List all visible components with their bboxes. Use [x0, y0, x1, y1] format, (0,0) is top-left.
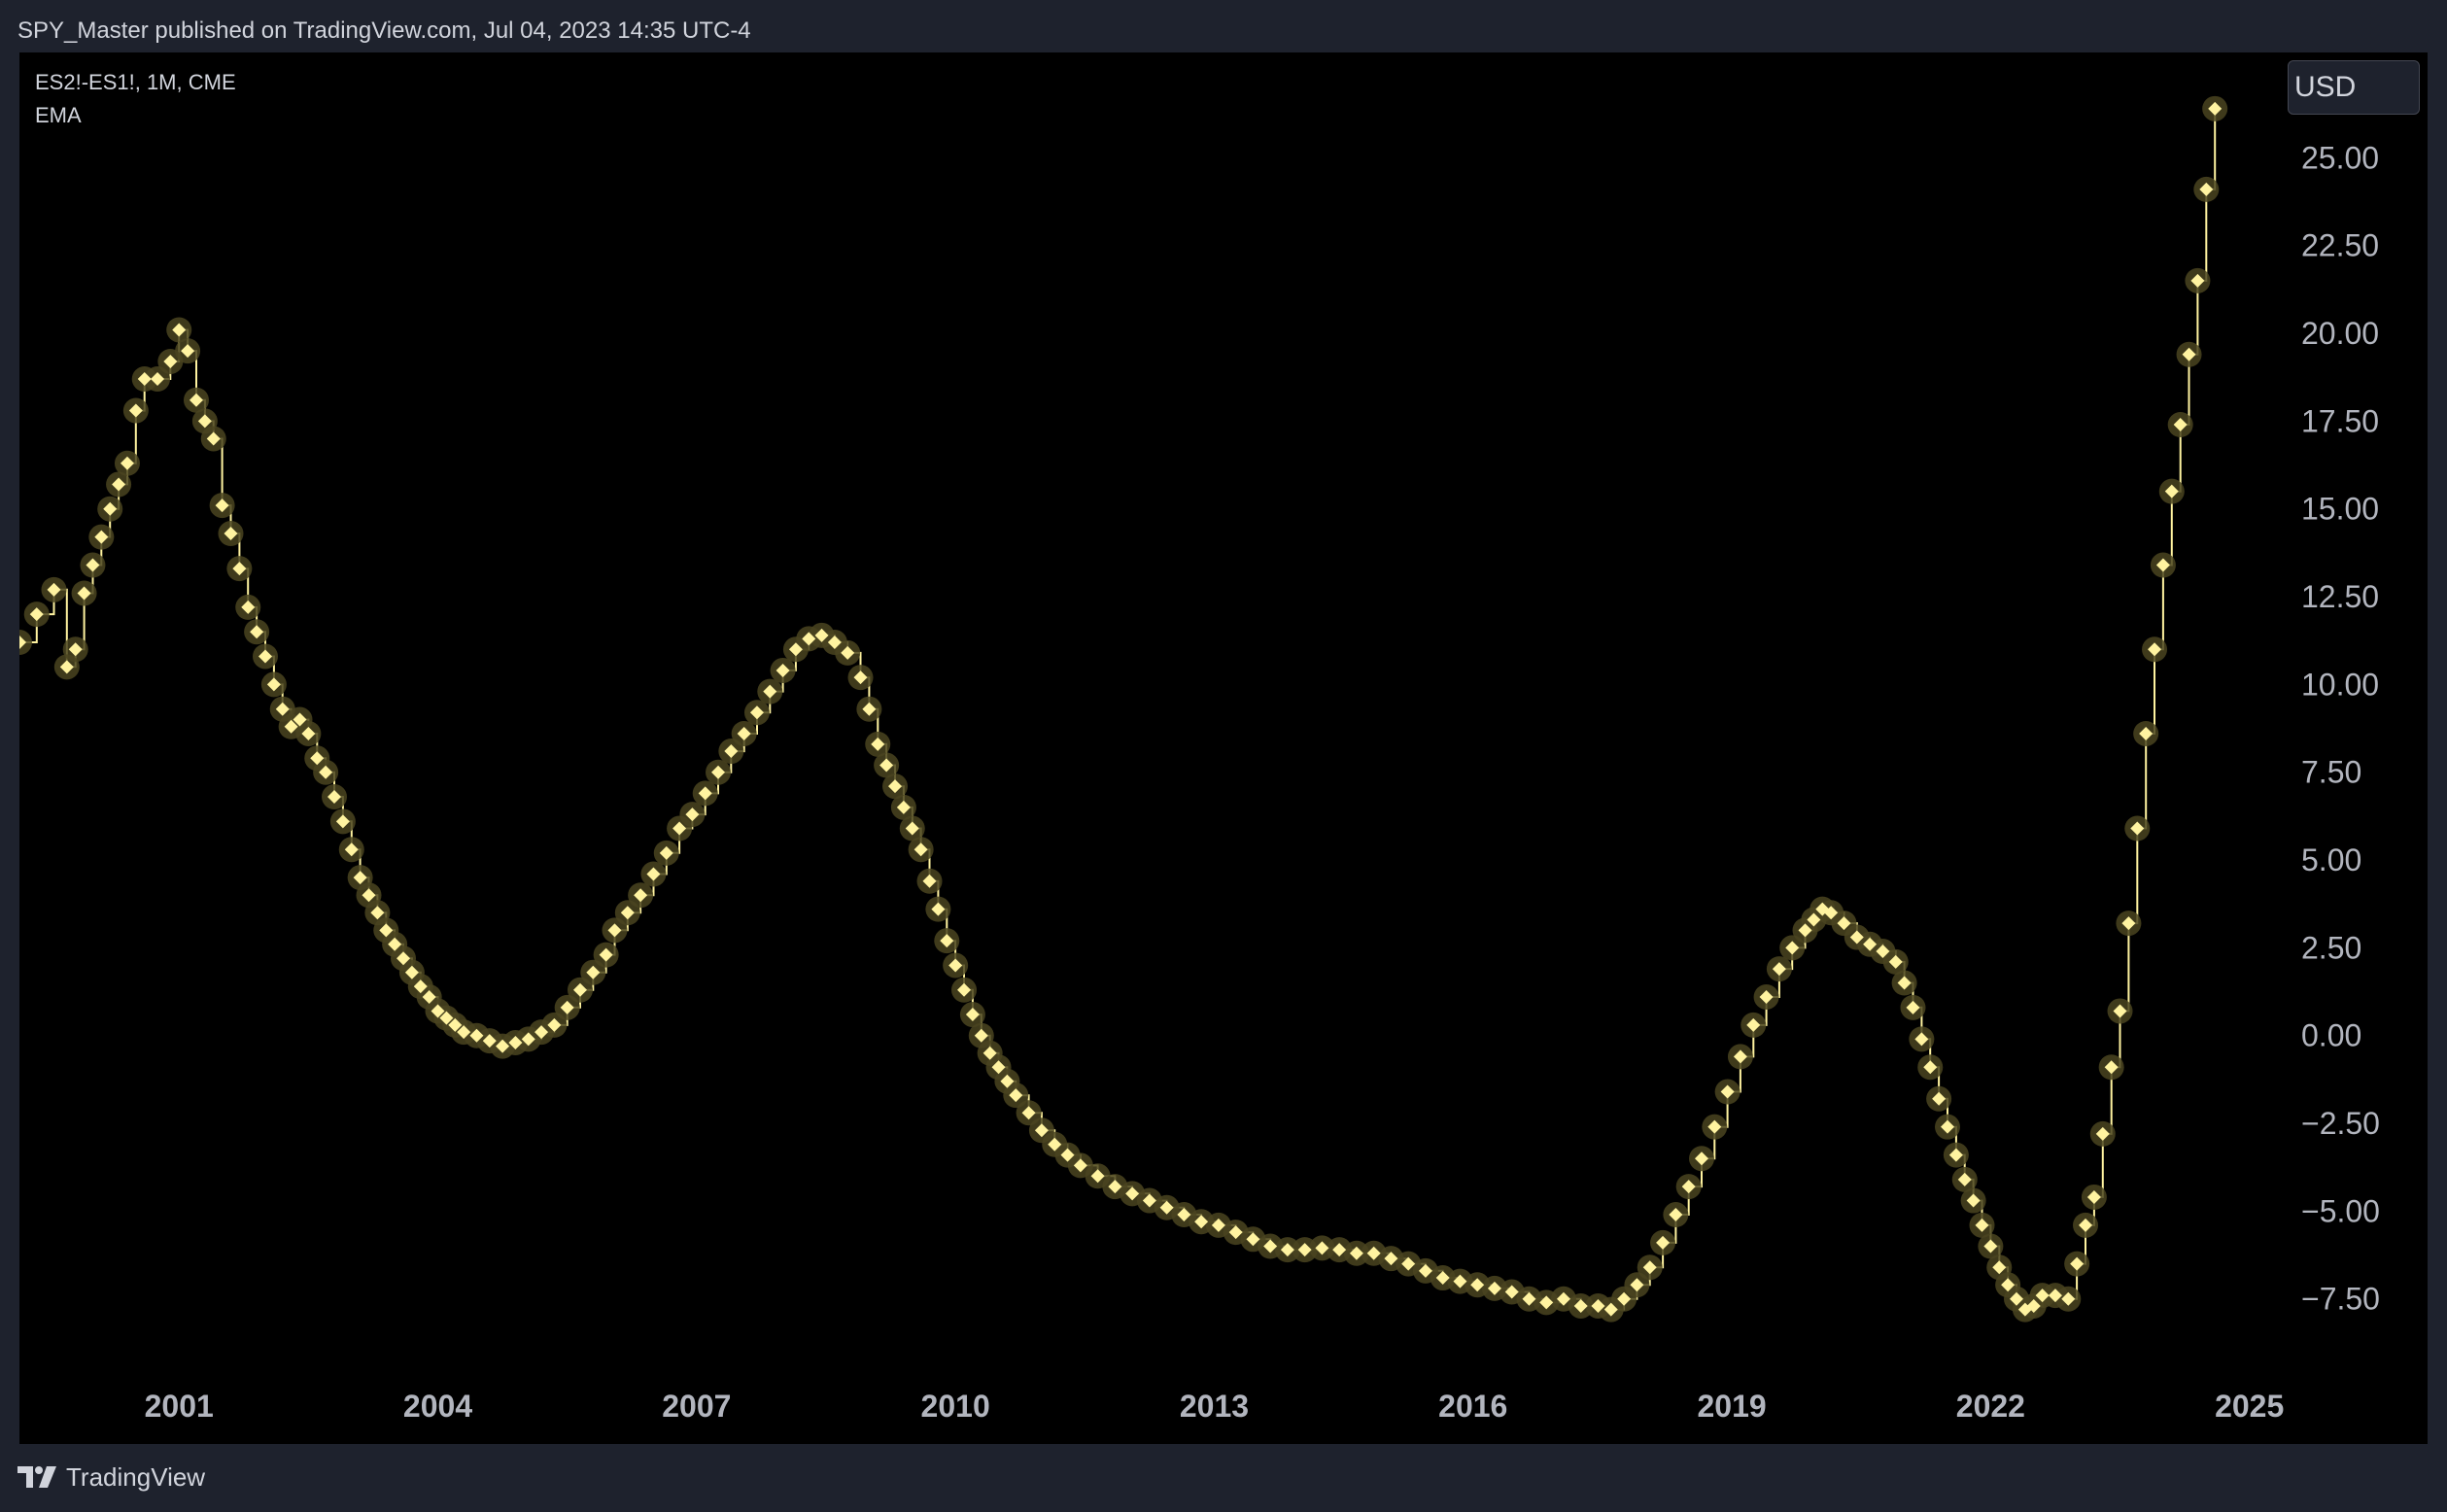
x-tick-label: 2007 — [662, 1389, 731, 1424]
x-tick-label: 2022 — [1956, 1389, 2025, 1424]
y-tick-label: 7.50 — [2301, 755, 2361, 790]
chart-canvas[interactable]: 25.00 22.50 20.00 17.50 15.00 12.50 10.00 7.50 5… — [19, 52, 2428, 1444]
y-tick-label: 2.50 — [2301, 930, 2361, 965]
x-tick-label: 2004 — [403, 1389, 472, 1424]
y-tick-label: 12.50 — [2301, 579, 2379, 614]
indicator-label[interactable]: EMA — [35, 99, 236, 132]
y-tick-label: 0.00 — [2301, 1018, 2361, 1053]
y-tick-label: 17.50 — [2301, 403, 2379, 438]
published-text: SPY_Master published on TradingView.com,… — [17, 17, 751, 44]
y-tick-label: 15.00 — [2301, 492, 2379, 527]
x-tick-label: 2010 — [921, 1389, 990, 1424]
chart-pane[interactable]: 25.00 22.50 20.00 17.50 15.00 12.50 10.00 7.50 5… — [19, 52, 2428, 1444]
y-tick-label: 5.00 — [2301, 842, 2361, 877]
footer-branding: TradingView — [17, 1458, 205, 1496]
y-tick-label: −5.00 — [2301, 1193, 2380, 1228]
y-tick-label: 25.00 — [2301, 140, 2379, 175]
y-tick-label: −7.50 — [2301, 1282, 2380, 1317]
tradingview-logo-icon — [17, 1466, 56, 1488]
x-tick-label: 2013 — [1180, 1389, 1249, 1424]
y-tick-label: −2.50 — [2301, 1106, 2380, 1141]
symbol-label[interactable]: ES2!-ES1!, 1M, CME — [35, 66, 236, 99]
x-tick-label: 2025 — [2215, 1389, 2284, 1424]
publisher-caption: SPY_Master published on TradingView.com,… — [17, 14, 751, 49]
y-tick-label: 10.00 — [2301, 667, 2379, 702]
chart-legend: ES2!-ES1!, 1M, CME EMA — [35, 66, 236, 132]
y-tick-label: 20.00 — [2301, 316, 2379, 351]
x-tick-label: 2019 — [1697, 1389, 1766, 1424]
y-tick-label: 22.50 — [2301, 228, 2379, 263]
currency-button[interactable]: USD — [2288, 60, 2420, 115]
x-tick-label: 2016 — [1438, 1389, 1507, 1424]
x-tick-label: 2001 — [145, 1389, 214, 1424]
ema-series-line — [19, 108, 2217, 1311]
brand-name: TradingView — [66, 1461, 206, 1492]
